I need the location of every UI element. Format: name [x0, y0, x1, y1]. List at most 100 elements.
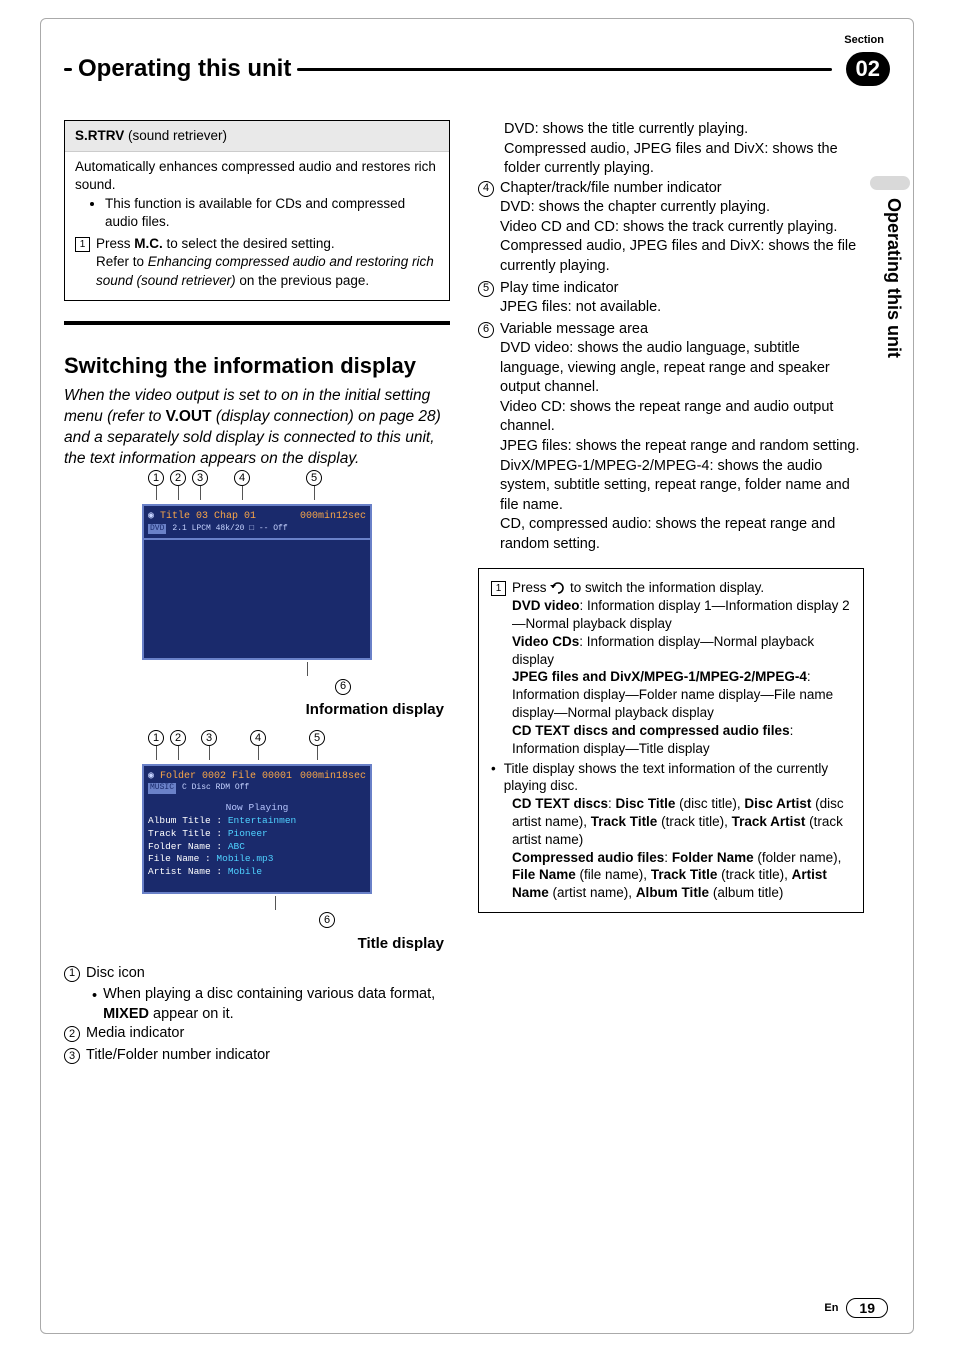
- step-prefix: Press: [96, 236, 134, 251]
- screen2-badge: MUSIC: [148, 783, 176, 794]
- legend-3-text: Title/Folder number indicator: [86, 1046, 270, 1066]
- cd-t1: :: [608, 796, 616, 811]
- legend-1: 1 Disc icon: [64, 964, 450, 984]
- ca-t6: (album title): [709, 885, 783, 900]
- cd-b4: Track Title: [591, 814, 658, 829]
- callout-3: 3: [192, 470, 208, 486]
- box-step-num: 1: [491, 581, 506, 596]
- callout2-1: 1: [148, 730, 164, 746]
- box-cd-detail: CD TEXT discs: Disc Title (disc title), …: [512, 795, 851, 848]
- srtrv-step: 1Press M.C. to select the desired settin…: [75, 235, 439, 253]
- screen1-chap: Chap 01: [214, 510, 256, 524]
- srtrv-header-rest: (sound retriever): [124, 128, 227, 143]
- box-step-a: Press: [512, 580, 550, 595]
- instruction-box: 1 Press to switch the information display…: [478, 568, 864, 913]
- cd-t4: (track title),: [657, 814, 731, 829]
- ca-b2: Folder Name: [672, 850, 754, 865]
- box-step-b: to switch the information display.: [566, 580, 764, 595]
- folder-val: ABC: [228, 841, 245, 852]
- callout2-3: 3: [201, 730, 217, 746]
- display1-block: 1 2 3 4 5 ◉ Title 03 Chap 01 000min12sec…: [127, 470, 387, 696]
- srtrv-bullet-list: This function is available for CDs and c…: [91, 195, 439, 231]
- ca-t5: (artist name),: [549, 885, 636, 900]
- r-num-4: 4: [478, 181, 494, 197]
- callout2-6: 6: [319, 912, 335, 928]
- box-jpeg: JPEG files and DivX/MPEG-1/MPEG-2/MPEG-4…: [512, 668, 851, 721]
- legend-2: 2 Media indicator: [64, 1024, 450, 1044]
- box-vcd-b: Video CDs: [512, 634, 579, 649]
- now-playing-label: Now Playing: [148, 802, 366, 815]
- ca-b1: Compressed audio files: [512, 850, 664, 865]
- cd-b1: CD TEXT discs: [512, 796, 608, 811]
- cd-b3: Disc Artist: [744, 796, 811, 811]
- srtrv-para: Automatically enhances compressed audio …: [75, 158, 439, 194]
- switch-para-bold: V.OUT: [166, 408, 212, 425]
- legend-1-text: Disc icon: [86, 964, 145, 984]
- screen1-badge: DVD: [148, 524, 166, 535]
- box-bullet-text: Title display shows the text information…: [504, 760, 851, 796]
- legend-num-1: 1: [64, 966, 80, 982]
- footer-page: 19: [846, 1298, 888, 1318]
- box-vcd: Video CDs: Information display—Normal pl…: [512, 633, 851, 669]
- r6e: CD, compressed audio: shows the repeat r…: [500, 515, 864, 554]
- legend-1-sub-text: When playing a disc containing various d…: [103, 985, 450, 1024]
- cd-b2: Disc Title: [616, 796, 676, 811]
- file-val: Mobile.mp3: [216, 853, 273, 864]
- r6-title: Variable message area: [500, 320, 864, 340]
- step-detail-b: on the previous page.: [236, 273, 370, 288]
- rule-right: [297, 68, 831, 71]
- cd-b5: Track Artist: [732, 814, 806, 829]
- srtrv-header-bold: S.RTRV: [75, 128, 124, 143]
- r5-desc: Play time indicator JPEG files: not avai…: [500, 279, 661, 318]
- track-val: Pioneer: [228, 828, 268, 839]
- callout2-4: 4: [250, 730, 266, 746]
- return-icon: [550, 580, 566, 595]
- artist-val: Mobile: [228, 866, 262, 877]
- srtrv-bullet: This function is available for CDs and c…: [105, 195, 439, 231]
- r-num-6: 6: [478, 322, 494, 338]
- legend-num-3: 3: [64, 1048, 80, 1064]
- r4-title: Chapter/track/file number indicator: [500, 179, 864, 199]
- callout-6: 6: [335, 679, 351, 695]
- content-area: S.RTRV (sound retriever) Automatically e…: [64, 120, 864, 1282]
- switching-para: When the video output is set to on in th…: [64, 386, 450, 470]
- section-rule: [64, 321, 450, 325]
- box-jpeg-b: JPEG files and DivX/MPEG-1/MPEG-2/MPEG-4: [512, 669, 807, 684]
- ca-b3: File Name: [512, 867, 576, 882]
- r-item-4: 4 Chapter/track/file number indicator DV…: [478, 179, 864, 277]
- ca-b6: Album Title: [636, 885, 709, 900]
- r-item-6: 6 Variable message area DVD video: shows…: [478, 320, 864, 555]
- footer-lang: En: [824, 1302, 838, 1314]
- box-step-line: 1 Press to switch the information display…: [491, 579, 851, 597]
- page-footer: En 19: [824, 1298, 888, 1318]
- callout-2: 2: [170, 470, 186, 486]
- legend1-a: When playing a disc containing various d…: [103, 986, 435, 1002]
- r-item-5: 5 Play time indicator JPEG files: not av…: [478, 279, 864, 318]
- legend-1-sub: • When playing a disc containing various…: [92, 985, 450, 1024]
- r6a: DVD video: shows the audio language, sub…: [500, 339, 864, 398]
- r6d: DivX/MPEG-1/MPEG-2/MPEG-4: shows the aud…: [500, 457, 864, 516]
- r4c: Compressed audio, JPEG files and DivX: s…: [500, 237, 864, 276]
- legend-3: 3 Title/Folder number indicator: [64, 1046, 450, 1066]
- srtrv-step-detail: Refer to Enhancing compressed audio and …: [96, 253, 439, 289]
- filename-label: File Name :: [148, 853, 211, 864]
- srtrv-box: S.RTRV (sound retriever) Automatically e…: [64, 120, 450, 301]
- legend1-b: appear on it.: [149, 1006, 234, 1022]
- screen1-title: Title 03: [160, 510, 208, 524]
- srtrv-body: Automatically enhances compressed audio …: [65, 152, 449, 300]
- box-dvd: DVD video: Information display 1—Informa…: [512, 597, 851, 633]
- chapter-title: Operating this unit: [78, 55, 291, 83]
- chapter-title-bar: Operating this unit 02: [64, 52, 890, 86]
- display1-callouts-top: 1 2 3 4 5: [127, 470, 387, 500]
- box-bullet: • Title display shows the text informati…: [491, 760, 851, 796]
- r4b: Video CD and CD: shows the track current…: [500, 218, 864, 238]
- legend-2-text: Media indicator: [86, 1024, 184, 1044]
- left-column: S.RTRV (sound retriever) Automatically e…: [64, 120, 450, 1282]
- callout-1: 1: [148, 470, 164, 486]
- r-num-5: 5: [478, 281, 494, 297]
- box-ca-detail: Compressed audio files: Folder Name (fol…: [512, 849, 851, 902]
- r5a: JPEG files: not available.: [500, 298, 661, 318]
- information-display-screen: ◉ Title 03 Chap 01 000min12sec DVD 2.1 L…: [142, 504, 372, 540]
- box-cdtext: CD TEXT discs and compressed audio files…: [512, 722, 851, 758]
- display1-callout-bottom: 6: [127, 662, 387, 696]
